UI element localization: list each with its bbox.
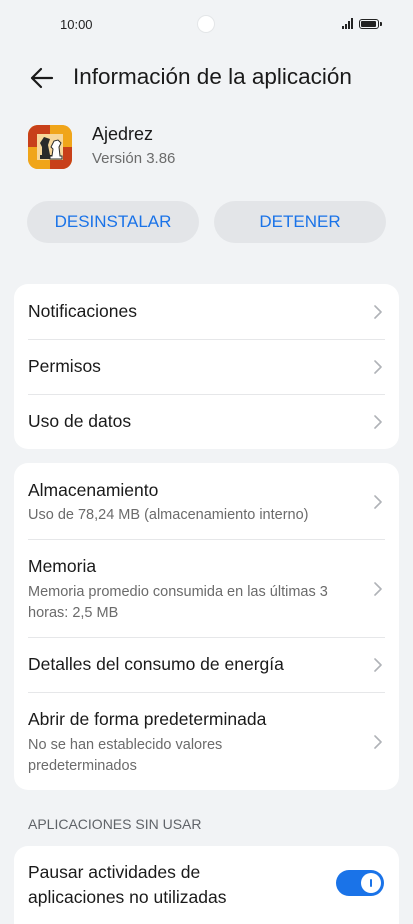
settings-group-1: Notificaciones Permisos Uso de datos [14,284,399,449]
signal-icon [342,18,353,29]
energy-row[interactable]: Detalles del consumo de energía [14,637,399,692]
permissions-label: Permisos [28,356,101,376]
status-bar: 10:00 [0,0,413,50]
notifications-label: Notificaciones [28,301,137,321]
chevron-right-icon [374,495,382,509]
app-version: Versión 3.86 [92,150,176,167]
app-name: Ajedrez [92,124,154,144]
data-usage-row[interactable]: Uso de datos [14,394,399,449]
uninstall-button[interactable]: DESINSTALAR [27,201,199,243]
storage-label: Almacenamiento [28,480,159,500]
toggle-knob [361,873,381,893]
data-usage-label: Uso de datos [28,411,132,431]
permissions-row[interactable]: Permisos [14,339,399,394]
pause-unused-row[interactable]: Pausar actividades de aplicaciones no ut… [14,846,399,924]
open-default-label: Abrir de forma predeterminada [28,709,267,729]
pause-unused-toggle[interactable] [336,870,384,896]
chevron-right-icon [374,582,382,596]
energy-label: Detalles del consumo de energía [28,654,284,674]
chevron-right-icon [374,415,382,429]
unused-apps-card: Pausar actividades de aplicaciones no ut… [14,846,399,924]
header: Información de la aplicación [0,58,413,98]
back-arrow-icon[interactable] [28,64,56,92]
memory-row[interactable]: Memoria Memoria promedio consumida en la… [14,539,399,637]
storage-row[interactable]: Almacenamiento Uso de 78,24 MB (almacena… [14,463,399,539]
chevron-right-icon [374,658,382,672]
chevron-right-icon [374,735,382,749]
pause-unused-label: Pausar actividades de aplicaciones no ut… [28,862,227,907]
open-default-subtitle: No se han establecido valores predetermi… [28,737,223,774]
stop-button[interactable]: DETENER [214,201,386,243]
chess-app-icon [28,125,72,169]
status-icons [342,18,382,29]
battery-icon [359,18,382,29]
open-default-row[interactable]: Abrir de forma predeterminada No se han … [14,692,399,790]
notifications-row[interactable]: Notificaciones [14,284,399,339]
memory-subtitle: Memoria promedio consumida en las última… [28,584,328,621]
settings-group-2: Almacenamiento Uso de 78,24 MB (almacena… [14,463,399,790]
chevron-right-icon [374,305,382,319]
unused-apps-section-label: APLICACIONES SIN USAR [28,816,202,832]
storage-subtitle: Uso de 78,24 MB (almacenamiento interno) [28,507,309,523]
page-title: Información de la aplicación [73,64,352,89]
chevron-right-icon [374,360,382,374]
front-camera [198,16,214,32]
status-time: 10:00 [60,17,93,32]
memory-label: Memoria [28,556,97,576]
